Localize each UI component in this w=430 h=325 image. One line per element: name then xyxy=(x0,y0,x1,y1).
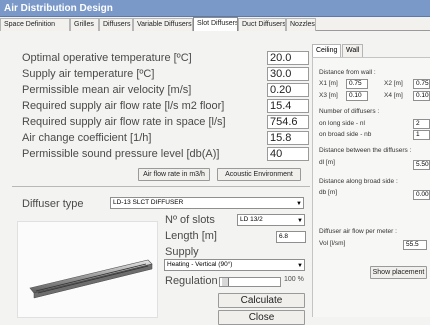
param-value[interactable]: 0.20 xyxy=(267,83,309,97)
supply-value: Heating - Vertical (90°) xyxy=(167,261,233,268)
param-label: Optimal operative temperature [ºC] xyxy=(22,52,192,64)
db-label: db [m] xyxy=(319,189,338,196)
distance-wall-heading: Distance from wall : xyxy=(319,69,376,76)
tab-duct-diffusers[interactable]: Duct Diffusers xyxy=(238,18,286,31)
slot-diffuser-icon xyxy=(29,259,153,299)
param-label: Permissible sound pressure level [db(A)] xyxy=(22,148,220,160)
regulation-slider[interactable] xyxy=(219,277,281,287)
tab-grilles[interactable]: Grilles xyxy=(70,18,99,31)
db-input[interactable]: 0.00 xyxy=(413,190,430,200)
vol-input[interactable]: 55.5 xyxy=(403,240,427,250)
show-placement-button[interactable]: Show placement xyxy=(370,266,427,279)
param-value[interactable]: 754.6 xyxy=(267,115,309,129)
distance-between-heading: Distance between the diffusers : xyxy=(319,147,412,154)
diffuser-type-label: Diffuser type xyxy=(22,198,84,210)
tab-variable-diffusers[interactable]: Variable Diffusers xyxy=(133,18,193,31)
acoustic-environment-button[interactable]: Acoustic Environment xyxy=(217,168,301,181)
x1-input[interactable]: 0.75 xyxy=(346,79,368,89)
param-value[interactable]: 30.0 xyxy=(267,67,309,81)
vol-label: Vol [l/sm] xyxy=(319,240,346,247)
diffuser-image xyxy=(17,221,158,318)
param-value[interactable]: 40 xyxy=(267,147,309,161)
regulation-percent: 100 % xyxy=(284,276,304,283)
param-label: Required supply air flow rate [l/s m2 fl… xyxy=(22,100,225,112)
tab-space-definition[interactable]: Space Definition xyxy=(0,18,70,31)
x2-input[interactable]: 0.75 xyxy=(413,79,430,89)
param-value[interactable]: 20.0 xyxy=(267,51,309,65)
long-side-input[interactable]: 2 xyxy=(413,119,430,129)
chevron-down-icon: ▼ xyxy=(296,201,302,207)
tab-slot-diffusers[interactable]: Slot Diffusers xyxy=(193,17,238,32)
diffuser-type-select[interactable]: LD-13 SLCT DIFFUSER ▼ xyxy=(110,197,304,209)
num-diffusers-heading: Number of diffusers : xyxy=(319,108,380,115)
length-input[interactable]: 6.8 xyxy=(276,231,306,243)
slider-thumb[interactable] xyxy=(222,278,229,286)
long-side-label: on long side - nl xyxy=(319,120,365,127)
tab-ceiling[interactable]: Ceiling xyxy=(312,44,342,57)
tab-wall[interactable]: Wall xyxy=(342,44,364,57)
airflow-unit-button[interactable]: Air flow rate in m3/h xyxy=(138,168,210,181)
regulation-label: Regulation xyxy=(165,275,218,287)
close-button[interactable]: Close xyxy=(218,310,305,325)
x4-label: X4 [m] xyxy=(384,92,403,99)
distance-broad-heading: Distance along broad side : xyxy=(319,178,398,185)
chevron-down-icon: ▼ xyxy=(297,218,303,224)
param-value[interactable]: 15.4 xyxy=(267,99,309,113)
length-label: Length [m] xyxy=(165,230,217,242)
x4-input[interactable]: 0.10 xyxy=(413,91,430,101)
tab-strip: Space Definition Grilles Diffusers Varia… xyxy=(0,17,430,32)
broad-side-input[interactable]: 1 xyxy=(413,130,430,140)
x3-input[interactable]: 0.10 xyxy=(346,91,368,101)
param-label: Permissible mean air velocity [m/s] xyxy=(22,84,192,96)
x3-label: X3 [m] xyxy=(319,92,338,99)
tab-diffusers[interactable]: Diffusers xyxy=(99,18,133,31)
x1-label: X1 [m] xyxy=(319,80,338,87)
window-title: Air Distribution Design xyxy=(0,0,430,17)
param-label: Air change coefficient [1/h] xyxy=(22,132,152,144)
param-label: Required supply air flow rate in space [… xyxy=(22,116,226,128)
airflow-per-meter-heading: Diffuser air flow per meter : xyxy=(319,228,397,235)
supply-select[interactable]: Heating - Vertical (90°) ▼ xyxy=(164,259,305,271)
broad-side-label: on broad side - nb xyxy=(319,131,372,138)
param-value[interactable]: 15.8 xyxy=(267,131,309,145)
param-label: Supply air temperature [ºC] xyxy=(22,68,155,80)
chevron-down-icon: ▼ xyxy=(297,263,303,269)
slots-select[interactable]: LD 13/2 ▼ xyxy=(237,214,305,226)
x2-label: X2 [m] xyxy=(384,80,403,87)
supply-label: Supply xyxy=(165,246,199,258)
dl-label: dl [m] xyxy=(319,159,335,166)
section-divider xyxy=(12,186,310,187)
diffuser-type-value: LD-13 SLCT DIFFUSER xyxy=(113,199,184,206)
dl-input[interactable]: 5.50 xyxy=(413,160,430,170)
slots-value: LD 13/2 xyxy=(240,216,263,223)
calculate-button[interactable]: Calculate xyxy=(218,293,305,308)
slots-label: Nº of slots xyxy=(165,214,215,226)
tab-nozzles[interactable]: Nozzles xyxy=(286,18,316,31)
